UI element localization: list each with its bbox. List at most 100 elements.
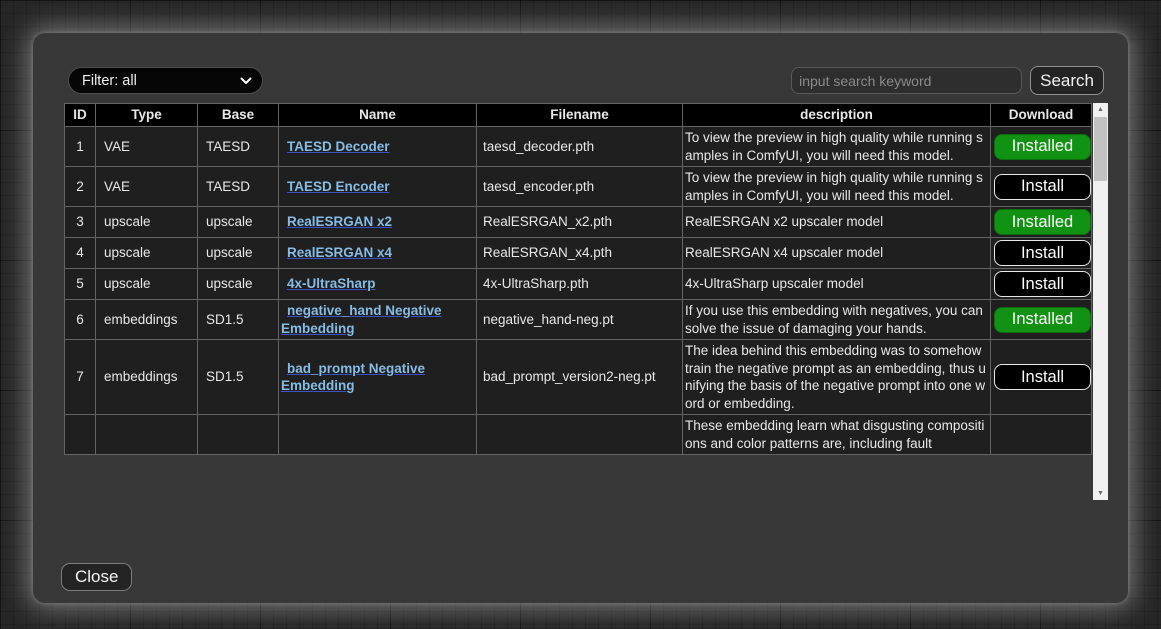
cell-description: RealESRGAN x2 upscaler model [683,207,991,238]
cell-type: embeddings [96,340,198,415]
table-row: 6embeddingsSD1.5negative_hand Negative E… [65,300,1092,340]
table-row: 1VAETAESD TAESD Decoder taesd_decoder.pthT… [65,127,1092,167]
cell-type [96,415,198,455]
install-models-dialog: Filter: all Search IDTypeBaseNameFilenam… [33,33,1128,603]
table-row: 5upscaleupscale4x-UltraSharp4x-UltraShar… [65,269,1092,300]
model-name-link[interactable]: bad_prompt Negative Embedding [281,361,425,394]
cell-id: 1 [65,127,96,167]
scrollbar-up-arrow-icon[interactable]: ▲ [1093,103,1108,116]
table-scrollbar[interactable]: ▲ ▼ [1093,103,1108,500]
cell-filename [477,415,683,455]
model-name-link[interactable]: TAESD Decoder [287,139,390,154]
filter-select[interactable]: Filter: all [68,67,263,94]
table-header-row: IDTypeBaseNameFilenamedescriptionDownloa… [65,104,1092,127]
cell-name [279,415,477,455]
cell-type: embeddings [96,300,198,340]
cell-type: upscale [96,238,198,269]
install-button[interactable]: Install [994,364,1091,390]
cell-type: upscale [96,269,198,300]
cell-download: Install [991,167,1092,207]
cell-filename: negative_hand-neg.pt [477,300,683,340]
cell-base: upscale [198,207,279,238]
cell-name: negative_hand Negative Embedding [279,300,477,340]
cell-name: TAESD Decoder [279,127,477,167]
cell-base: SD1.5 [198,340,279,415]
cell-description: The idea behind this embedding was to so… [683,340,991,415]
cell-description: To view the preview in high quality whil… [683,127,991,167]
cell-base: TAESD [198,167,279,207]
column-header-id: ID [65,104,96,127]
cell-base: upscale [198,238,279,269]
column-header-name: Name [279,104,477,127]
cell-base: TAESD [198,127,279,167]
cell-name: 4x-UltraSharp [279,269,477,300]
model-name-link[interactable]: negative_hand Negative Embedding [281,303,442,336]
scrollbar-thumb[interactable] [1094,117,1107,181]
cell-filename: taesd_encoder.pth [477,167,683,207]
install-button[interactable]: Install [994,240,1091,266]
table-row: 4upscaleupscaleRealESRGAN x4RealESRGAN_x… [65,238,1092,269]
column-header-filename: Filename [477,104,683,127]
installed-button[interactable]: Installed [994,134,1091,160]
table-row: 7embeddingsSD1.5bad_prompt Negative Embe… [65,340,1092,415]
cell-filename: 4x-UltraSharp.pth [477,269,683,300]
cell-base [198,415,279,455]
search-button[interactable]: Search [1030,66,1104,95]
cell-type: upscale [96,207,198,238]
cell-id: 4 [65,238,96,269]
search-bar: Search [791,66,1104,95]
cell-base: SD1.5 [198,300,279,340]
column-header-base: Base [198,104,279,127]
column-header-description: description [683,104,991,127]
close-button[interactable]: Close [61,563,132,591]
cell-filename: RealESRGAN_x2.pth [477,207,683,238]
cell-type: VAE [96,167,198,207]
installed-button[interactable]: Installed [994,307,1091,333]
cell-description: If you use this embedding with negatives… [683,300,991,340]
install-button[interactable]: Install [994,271,1091,297]
filter-select-value: Filter: all [82,73,137,89]
cell-description: To view the preview in high quality whil… [683,167,991,207]
column-header-type: Type [96,104,198,127]
cell-download: Installed [991,300,1092,340]
models-table: IDTypeBaseNameFilenamedescriptionDownloa… [64,103,1092,455]
cell-id [65,415,96,455]
model-name-link[interactable]: TAESD Encoder [287,179,390,194]
models-table-container: IDTypeBaseNameFilenamedescriptionDownloa… [64,103,1108,500]
cell-filename: taesd_decoder.pth [477,127,683,167]
cell-base: upscale [198,269,279,300]
cell-id: 7 [65,340,96,415]
cell-name: RealESRGAN x2 [279,207,477,238]
cell-description: RealESRGAN x4 upscaler model [683,238,991,269]
model-name-link[interactable]: RealESRGAN x4 [287,245,392,260]
cell-name: TAESD Encoder [279,167,477,207]
table-row: 2VAETAESD TAESD Encoder taesd_encoder.pthT… [65,167,1092,207]
scrollbar-down-arrow-icon[interactable]: ▼ [1093,487,1108,500]
cell-id: 5 [65,269,96,300]
cell-download: Installed [991,207,1092,238]
cell-download: Install [991,340,1092,415]
chevron-down-icon [240,77,252,85]
column-header-download: Download [991,104,1092,127]
installed-button[interactable]: Installed [994,209,1091,235]
cell-download: Installed [991,127,1092,167]
cell-description: 4x-UltraSharp upscaler model [683,269,991,300]
cell-type: VAE [96,127,198,167]
cell-filename: bad_prompt_version2-neg.pt [477,340,683,415]
cell-download: Install [991,238,1092,269]
cell-id: 6 [65,300,96,340]
search-input[interactable] [791,67,1022,94]
model-name-link[interactable]: 4x-UltraSharp [287,276,376,291]
table-row: These embedding learn what disgusting co… [65,415,1092,455]
model-name-link[interactable]: RealESRGAN x2 [287,214,392,229]
cell-description: These embedding learn what disgusting co… [683,415,991,455]
cell-download: Install [991,269,1092,300]
table-row: 3upscaleupscaleRealESRGAN x2RealESRGAN_x… [65,207,1092,238]
cell-id: 3 [65,207,96,238]
install-button[interactable]: Install [994,174,1091,200]
cell-name: RealESRGAN x4 [279,238,477,269]
cell-filename: RealESRGAN_x4.pth [477,238,683,269]
cell-name: bad_prompt Negative Embedding [279,340,477,415]
cell-download [991,415,1092,455]
cell-id: 2 [65,167,96,207]
